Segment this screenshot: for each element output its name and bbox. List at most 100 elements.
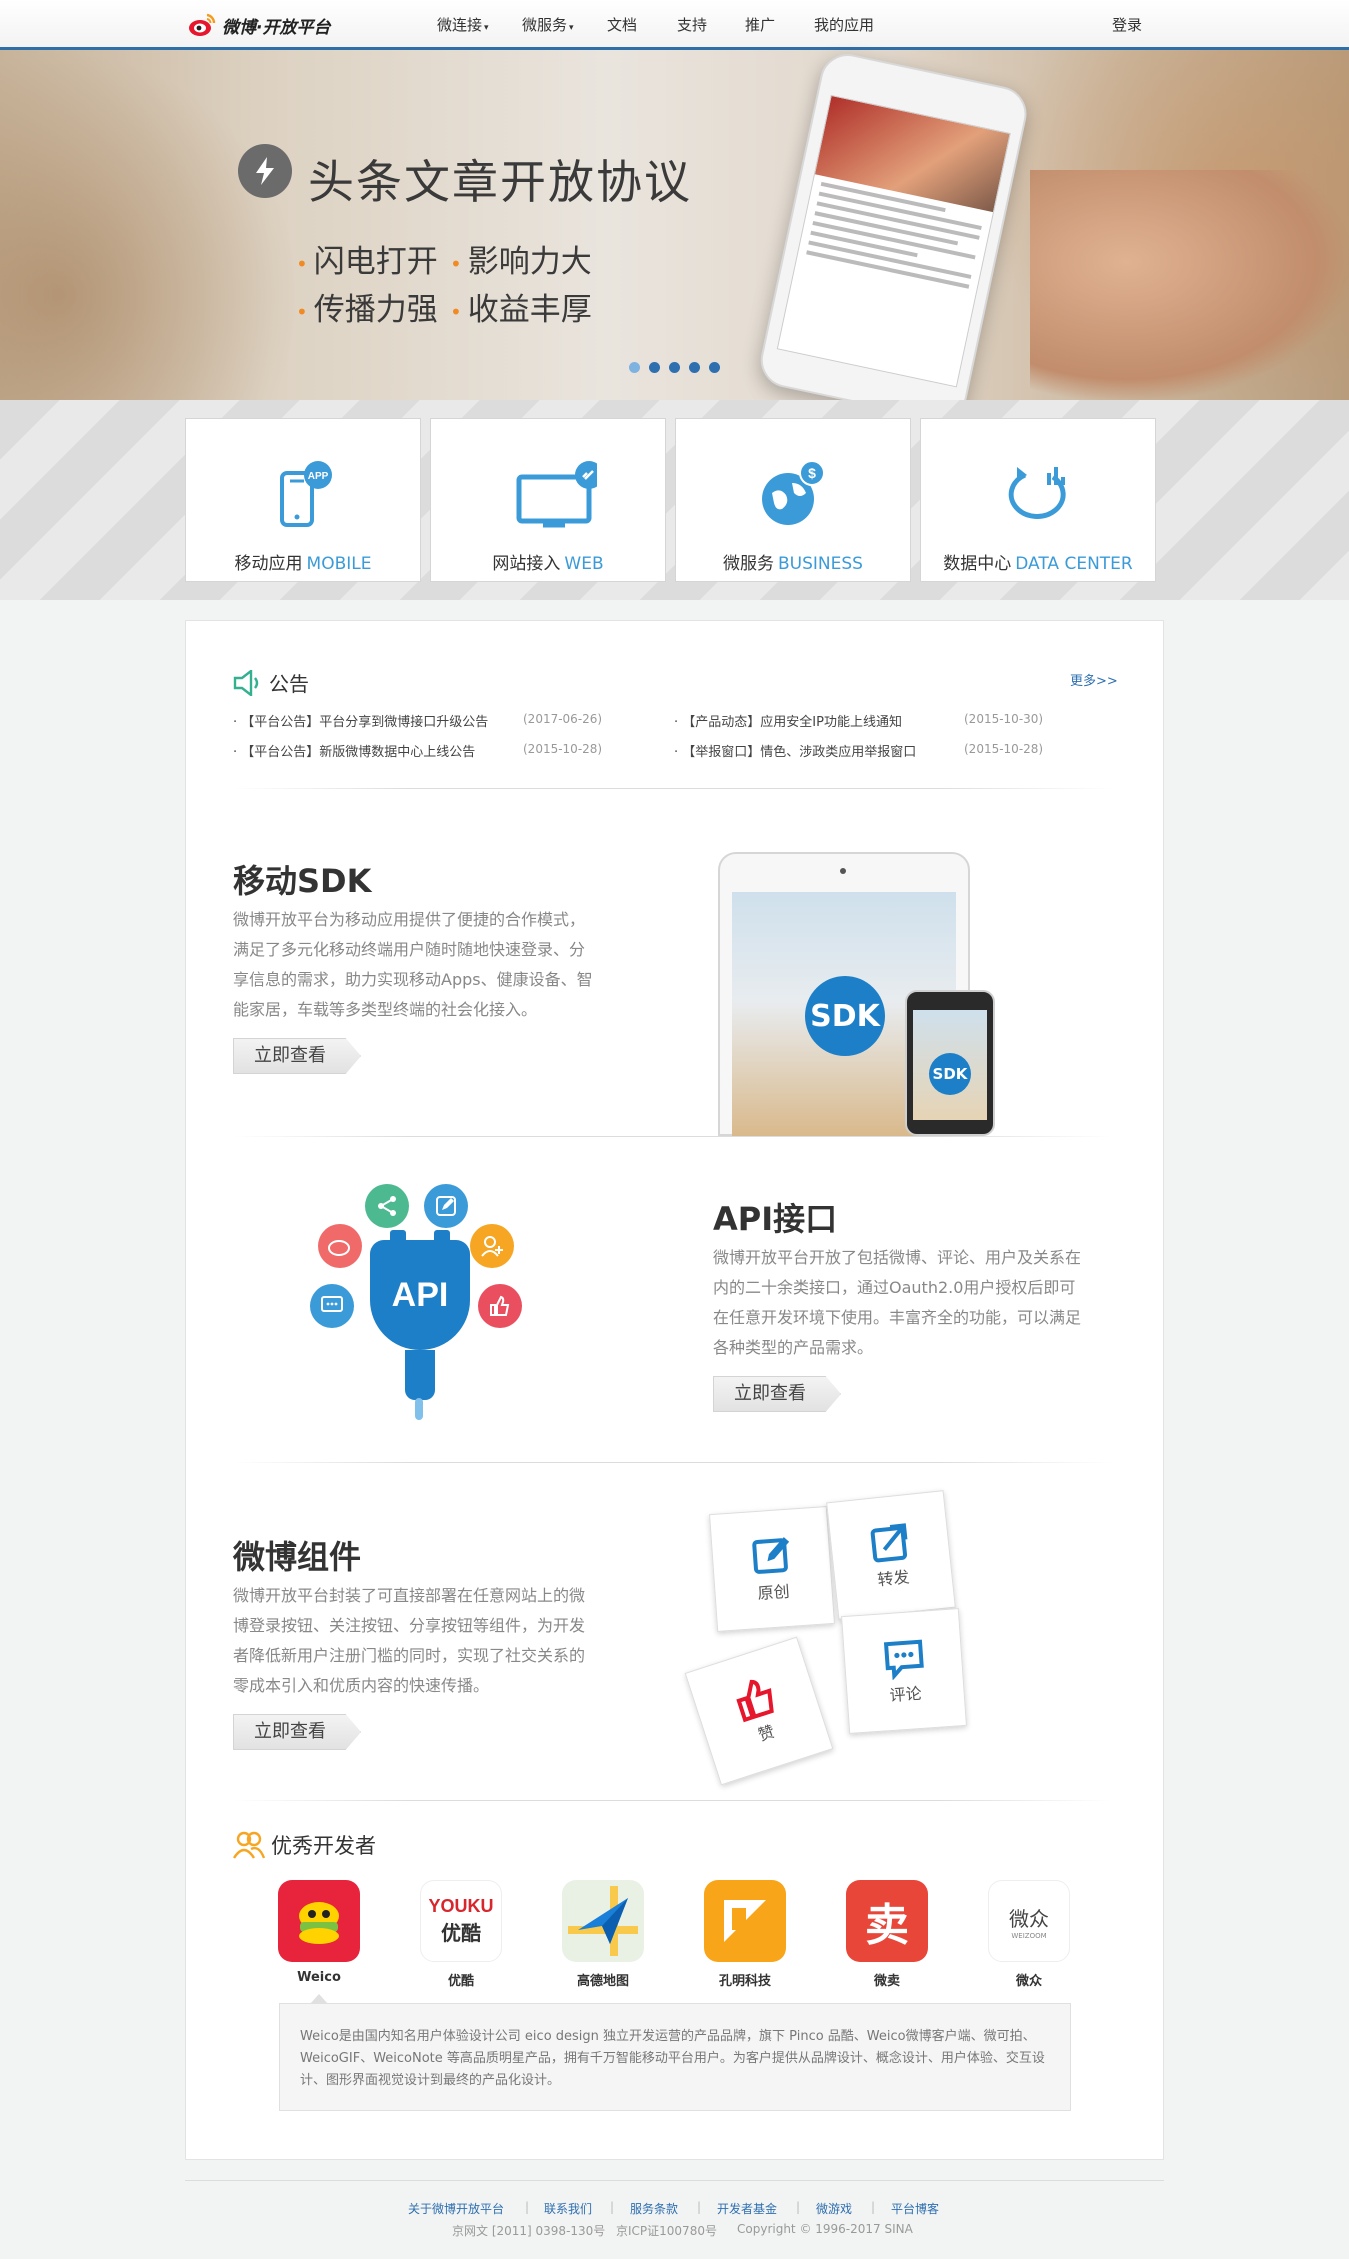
- footer-link-about[interactable]: 关于微博开放平台: [408, 2200, 504, 2217]
- bullet: •: [296, 299, 308, 324]
- app-name: 高德地图: [576, 1974, 629, 1989]
- nav-item-promote[interactable]: 推广: [745, 14, 775, 35]
- notice-item[interactable]: · 【举报窗口】情色、涉政类应用举报窗口: [674, 741, 916, 760]
- hero-feature: • 传播力强: [296, 292, 438, 328]
- mobile-app-icon: APP: [280, 461, 332, 527]
- app-youku[interactable]: YOUKU 优酷 优酷: [420, 1880, 502, 1989]
- tile-label: 转发: [876, 1567, 911, 1590]
- notice-item[interactable]: · 【平台公告】平台分享到微博接口升级公告: [233, 711, 488, 730]
- logo-text: 微博·开放平台: [222, 17, 331, 38]
- app-kongming[interactable]: 孔明科技: [704, 1880, 786, 1989]
- nav-label: 微服务: [522, 16, 568, 34]
- widgets-title: 微博组件: [233, 1538, 362, 1576]
- tile-label: 评论: [889, 1683, 923, 1706]
- widgets-view-button[interactable]: 立即查看: [233, 1714, 361, 1750]
- notice-header: 公告: [233, 668, 309, 697]
- category-data-center[interactable]: 数据中心 DATA CENTER: [920, 418, 1156, 582]
- speaker-icon: [233, 669, 259, 696]
- compose-icon: [752, 1537, 790, 1574]
- weibo-icon: [318, 1224, 362, 1268]
- youku-logo-text: YOUKU: [428, 1896, 494, 1916]
- slide-dot-1[interactable]: [629, 362, 640, 373]
- footer-link-games[interactable]: 微游戏: [816, 2200, 852, 2217]
- plug-cable: [415, 1398, 423, 1420]
- comment-icon: [310, 1284, 354, 1328]
- tile-comment[interactable]: 评论: [841, 1608, 967, 1734]
- weizhong-logo-text: 微众: [1009, 1906, 1049, 1931]
- hero-title: 头条文章开放协议: [308, 155, 692, 209]
- category-label: 微服务 BUSINESS: [723, 554, 863, 574]
- slide-dot-2[interactable]: [649, 362, 660, 373]
- bullet: •: [450, 299, 462, 324]
- hero-feature: • 收益丰厚: [450, 292, 592, 328]
- app-amap[interactable]: 高德地图: [562, 1880, 644, 1989]
- divider: [233, 1800, 1113, 1801]
- weizhong-logo-sub: WEIZOOM: [1011, 1931, 1047, 1940]
- notice-item[interactable]: · 【平台公告】新版微博数据中心上线公告: [233, 741, 475, 760]
- sdk-badge-small: SDK: [929, 1053, 971, 1095]
- chevron-down-icon: ▾: [569, 23, 574, 33]
- sdk-badge: SDK: [805, 976, 885, 1056]
- nav-item-docs[interactable]: 文档: [607, 14, 637, 35]
- app-weico[interactable]: Weico: [278, 1880, 360, 1985]
- comment-icon: [883, 1639, 924, 1681]
- slide-dot-4[interactable]: [689, 362, 700, 373]
- nav-item-services[interactable]: 微服务 ▾: [522, 14, 574, 35]
- sdk-description: 微博开放平台为移动应用提供了便捷的合作模式，满足了多元化移动终端用户随时随地快速…: [233, 910, 593, 1019]
- footer-link-blog[interactable]: 平台博客: [891, 2200, 939, 2217]
- footer-separator: |: [525, 2200, 530, 2214]
- notice-item[interactable]: · 【产品动态】应用安全IP功能上线通知: [674, 711, 902, 730]
- tile-original[interactable]: 原创: [709, 1506, 835, 1632]
- notice-date: (2015-10-30): [964, 712, 1044, 726]
- tile-repost[interactable]: 转发: [826, 1490, 956, 1620]
- globe-dollar-icon: $: [762, 460, 825, 525]
- slide-dot-3[interactable]: [669, 362, 680, 373]
- developers-title: 优秀开发者: [271, 1834, 376, 1858]
- notice-date: (2015-10-28): [964, 742, 1044, 756]
- notice-date: (2017-06-26): [523, 712, 603, 726]
- api-title: API接口: [713, 1200, 838, 1238]
- divider: [233, 1136, 1113, 1137]
- footer-link-terms[interactable]: 服务条款: [630, 2200, 678, 2217]
- repost-icon: [870, 1523, 908, 1563]
- category-web[interactable]: 网站接入 WEB: [430, 418, 666, 582]
- plug-neck: [405, 1350, 435, 1400]
- login-link[interactable]: 登录: [1112, 14, 1142, 35]
- app-name: 孔明科技: [718, 1974, 771, 1989]
- divider: [233, 788, 1113, 789]
- sdk-view-button[interactable]: 立即查看: [233, 1038, 361, 1074]
- add-user-icon: [470, 1224, 514, 1268]
- developers-header: 优秀开发者: [233, 1830, 376, 1860]
- api-view-button[interactable]: 立即查看: [713, 1376, 841, 1412]
- footer-license: 京网文 [2011] 0398-130号: [452, 2224, 606, 2238]
- app-weizhong[interactable]: 微众 WEIZOOM 微众: [988, 1880, 1070, 1989]
- api-description: 微博开放平台开放了包括微博、评论、用户及关系在内的二十余类接口，通过Oauth2…: [713, 1248, 1082, 1357]
- weimai-logo-icon: 卖: [846, 1880, 928, 1962]
- svg-text:APP: APP: [308, 471, 329, 482]
- developer-description: Weico是由国内知名用户体验设计公司 eico design 独立开发运营的产…: [279, 2003, 1071, 2111]
- chevron-down-icon: ▾: [484, 23, 489, 33]
- top-nav: 微博·开放平台 微连接 ▾ 微服务 ▾ 文档 支持 推广 我的应用 登录: [0, 0, 1349, 50]
- tile-label: 原创: [757, 1581, 791, 1604]
- edit-icon: [424, 1184, 468, 1228]
- more-link[interactable]: 更多>>: [1070, 670, 1118, 689]
- footer-link-contact[interactable]: 联系我们: [544, 2200, 592, 2217]
- footer-icp: 京ICP证100780号: [616, 2224, 717, 2238]
- nav-item-support[interactable]: 支持: [677, 14, 707, 35]
- category-mobile[interactable]: APP 移动应用 MOBILE: [185, 418, 421, 582]
- footer-separator: |: [871, 2200, 876, 2214]
- nav-item-my-apps[interactable]: 我的应用: [814, 14, 874, 35]
- amap-logo-icon: [562, 1880, 644, 1962]
- app-weimai[interactable]: 卖 微卖: [846, 1880, 928, 1989]
- hero-feature: • 闪电打开: [296, 244, 438, 280]
- footer-link-fund[interactable]: 开发者基金: [717, 2200, 777, 2217]
- users-icon: [233, 1831, 265, 1859]
- slide-dot-5[interactable]: [709, 362, 720, 373]
- weibo-logo[interactable]: 微博·开放平台: [188, 10, 348, 40]
- bullet: •: [450, 251, 462, 276]
- category-business[interactable]: $ 微服务 BUSINESS: [675, 418, 911, 582]
- sdk-title: 移动SDK: [233, 862, 372, 900]
- lightning-icon: [238, 144, 292, 198]
- nav-item-connect[interactable]: 微连接 ▾: [437, 14, 489, 35]
- footer-separator: |: [697, 2200, 702, 2214]
